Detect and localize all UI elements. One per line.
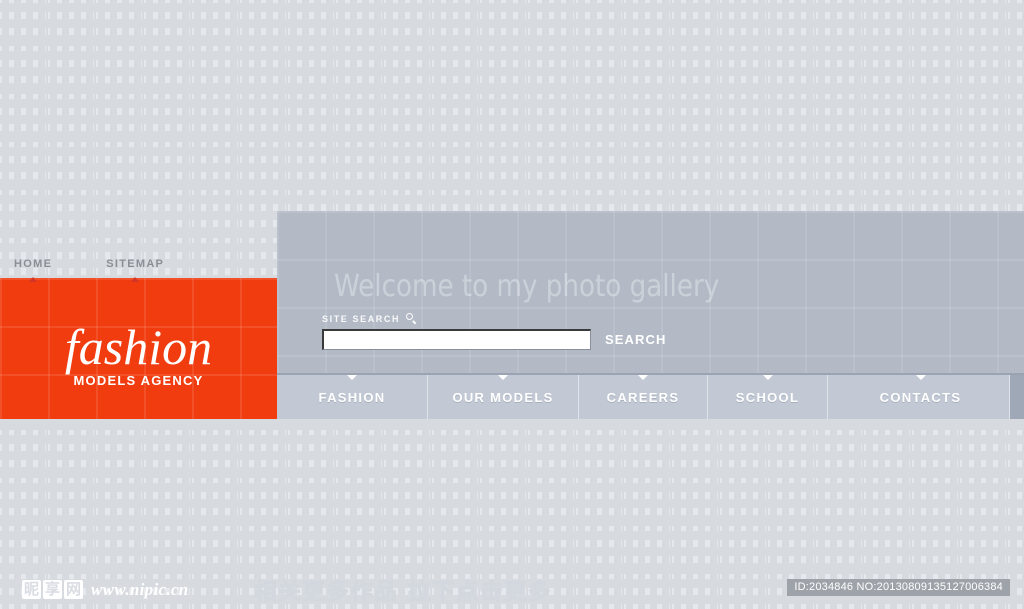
nav-item-label: CAREERS (606, 389, 680, 405)
nipic-logo-char: 享 (43, 580, 63, 599)
brand-block: fashion MODELS AGENCY (0, 278, 277, 419)
nav-item-label: CONTACTS (879, 389, 962, 405)
main-navigation: FASHION OUR MODELS CAREERS SCHOOL CONTAC… (277, 373, 1024, 419)
site-search-label: SITE SEARCH (322, 313, 401, 324)
magnifier-icon (406, 313, 417, 325)
nav-item-label: SCHOOL (735, 389, 800, 405)
nav-right-edge (1009, 375, 1024, 419)
top-navigation: HOME SITEMAP (0, 249, 277, 282)
promo-watermark-text: 相关更多作品 拉下点击更多 (254, 579, 553, 605)
site-search-row: SEARCH (322, 329, 682, 350)
site-search-label-row: SITE SEARCH (322, 312, 682, 325)
nav-item-school[interactable]: SCHOOL (707, 375, 827, 419)
caret-down-icon (347, 375, 357, 380)
nipic-logo-char: 网 (64, 580, 84, 599)
caret-down-icon (638, 375, 648, 380)
marker-triangle-icon (29, 276, 38, 282)
nav-item-label: FASHION (318, 389, 386, 405)
marker-triangle-icon (131, 276, 140, 282)
topnav-item-sitemap[interactable]: SITEMAP (104, 257, 166, 282)
nav-item-label: OUR MODELS (452, 389, 554, 405)
brand-tagline: MODELS AGENCY (73, 373, 204, 388)
topnav-item-home[interactable]: HOME (12, 257, 54, 282)
search-button[interactable]: SEARCH (601, 329, 671, 350)
caret-down-icon (762, 375, 773, 380)
nipic-logo: 昵 享 网 (22, 580, 84, 599)
nav-item-contacts[interactable]: CONTACTS (827, 375, 1013, 419)
caret-down-icon (915, 375, 926, 380)
image-id-badge: ID:2034846 NO:20130809135127006384 (787, 579, 1010, 596)
footer-watermark-bar: 昵 享 网 www.nipic.cn 相关更多作品 拉下点击更多 ID:2034… (0, 570, 1024, 609)
search-input[interactable] (322, 329, 591, 350)
topnav-item-label: HOME (14, 257, 53, 270)
topnav-item-label: SITEMAP (106, 257, 165, 270)
nipic-url: www.nipic.cn (91, 579, 189, 599)
welcome-heading: Welcome to my photo gallery (334, 269, 720, 304)
page-canvas: Welcome to my photo gallery SITE SEARCH … (0, 0, 1024, 609)
brand-name: fashion (64, 319, 213, 375)
nav-item-fashion[interactable]: FASHION (277, 375, 427, 419)
site-search-block: SITE SEARCH SEARCH (322, 312, 682, 350)
nav-item-careers[interactable]: CAREERS (578, 375, 707, 419)
caret-down-icon (498, 375, 508, 380)
nipic-logo-char: 昵 (22, 580, 42, 599)
nav-item-our-models[interactable]: OUR MODELS (427, 375, 578, 419)
